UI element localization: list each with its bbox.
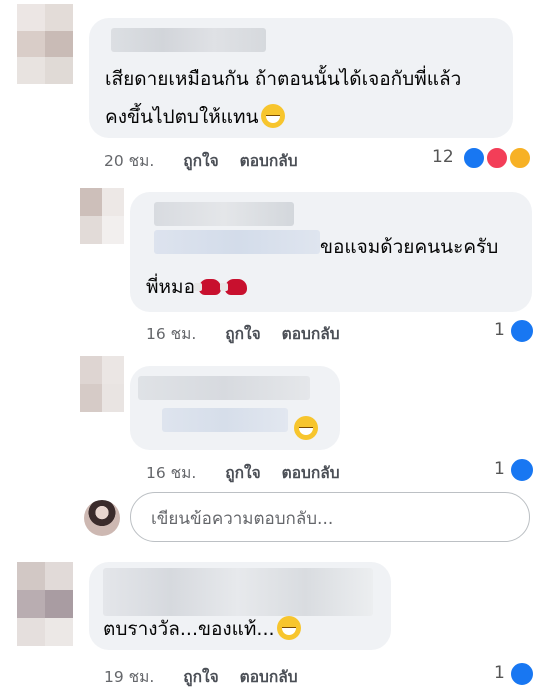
reply-input[interactable]: เขียนข้อความตอบกลับ...	[130, 492, 530, 542]
reaction-count[interactable]: 1	[494, 320, 505, 340]
comment-text: ตบรางวัล...ของแท้...	[103, 610, 301, 648]
comment-timestamp[interactable]: 19 ชม.	[104, 668, 154, 686]
comment-meta: 19 ชม. ถูกใจ ตอบกลับ	[104, 664, 298, 689]
commenter-name-redacted[interactable]	[111, 28, 266, 52]
comment-text-line: พี่หมอ	[146, 276, 195, 298]
grinning-face-icon	[260, 104, 285, 128]
like-icon[interactable]	[509, 661, 535, 687]
like-button[interactable]: ถูกใจ	[183, 152, 218, 170]
reply-button[interactable]: ตอบกลับ	[240, 152, 298, 170]
reply-button[interactable]: ตอบกลับ	[240, 668, 298, 686]
comment-text-line: ขอแจมด้วยคนนะครับ	[320, 236, 499, 258]
commenter-avatar[interactable]	[17, 4, 73, 84]
comment-timestamp[interactable]: 16 ชม.	[146, 325, 196, 343]
like-button[interactable]: ถูกใจ	[225, 464, 260, 482]
like-icon[interactable]	[509, 318, 535, 344]
comment-bubble: ตบรางวัล...ของแท้...	[89, 562, 391, 650]
comment-text: เสียดายเหมือนกัน ถ้าตอนนั้นได้เจอกับพี่แ…	[105, 60, 461, 136]
commenter-avatar[interactable]	[80, 356, 124, 412]
reply-button[interactable]: ตอบกลับ	[282, 464, 340, 482]
comment-timestamp[interactable]: 20 ชม.	[104, 152, 154, 170]
reaction-count[interactable]: 1	[494, 663, 505, 683]
reaction-count[interactable]: 12	[432, 147, 454, 167]
like-button[interactable]: ถูกใจ	[225, 325, 260, 343]
comment-meta: 16 ชม. ถูกใจ ตอบกลับ	[146, 321, 340, 346]
commenter-name-redacted[interactable]	[154, 202, 294, 226]
like-icon[interactable]	[462, 146, 486, 170]
comment-bubble: เสียดายเหมือนกัน ถ้าตอนนั้นได้เจอกับพี่แ…	[89, 18, 513, 138]
comment-text: พี่หมอ	[146, 268, 247, 306]
comment-timestamp[interactable]: 16 ชม.	[146, 464, 196, 482]
comment-text-redacted	[154, 230, 320, 254]
comment-text-redacted	[162, 408, 288, 432]
comment-bubble	[130, 366, 340, 450]
commenter-name-redacted[interactable]	[103, 568, 373, 616]
haha-icon[interactable]	[508, 146, 532, 170]
reply-input-placeholder[interactable]: เขียนข้อความตอบกลับ...	[151, 505, 333, 532]
grinning-face-icon	[294, 416, 318, 440]
like-icon[interactable]	[509, 457, 535, 483]
comment-text-line: ตบรางวัล...ของแท้...	[103, 618, 275, 640]
commenter-name-redacted[interactable]	[138, 376, 310, 400]
reaction-count[interactable]: 1	[494, 459, 505, 479]
comment-text-line: เสียดายเหมือนกัน ถ้าตอนนั้นได้เจอกับพี่แ…	[105, 68, 462, 90]
love-icon[interactable]	[485, 146, 509, 170]
boxing-glove-icon	[193, 279, 221, 295]
like-button[interactable]: ถูกใจ	[183, 668, 218, 686]
current-user-avatar	[84, 500, 120, 536]
comment-bubble: ขอแจมด้วยคนนะครับ พี่หมอ	[130, 192, 532, 312]
comment-meta: 20 ชม. ถูกใจ ตอบกลับ	[104, 148, 298, 173]
commenter-avatar[interactable]	[17, 562, 73, 646]
commenter-avatar[interactable]	[80, 188, 124, 244]
comment-meta: 16 ชม. ถูกใจ ตอบกลับ	[146, 460, 340, 485]
boxing-glove-icon	[219, 279, 247, 295]
reply-button[interactable]: ตอบกลับ	[282, 325, 340, 343]
comment-text-line: คงขึ้นไปตบให้แทน	[105, 106, 259, 128]
grinning-sweat-icon	[276, 616, 301, 640]
